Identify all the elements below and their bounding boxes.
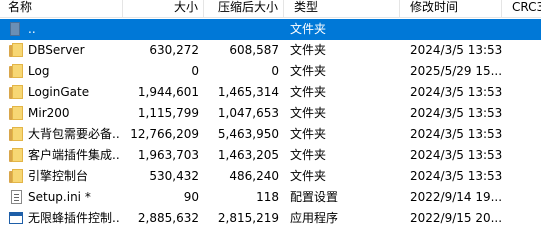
row-modified [410, 19, 502, 40]
column-header-size[interactable]: 大小 [123, 0, 204, 17]
list-row[interactable]: DBServer 630,272 608,587 文件夹 2024/3/5 13… [0, 40, 541, 61]
folder-icon [9, 148, 23, 162]
folder-icon [9, 127, 23, 141]
list-row[interactable]: 无限蜂插件控制... 2,885,632 2,815,219 应用程序 2022… [0, 208, 541, 229]
row-packed-size: 2,815,219 [217, 211, 279, 225]
row-type: 文件夹 [290, 148, 327, 162]
row-size: 12,766,209 [130, 127, 199, 141]
row-name: 客户端插件集成... [28, 148, 120, 162]
row-type: 文件夹 [290, 22, 327, 36]
row-size: 630,272 [149, 43, 199, 57]
row-type: 应用程序 [290, 211, 339, 225]
list-row-parent[interactable]: .. 文件夹 [0, 19, 541, 40]
row-packed-size [204, 19, 279, 40]
row-name: Log [28, 64, 50, 78]
row-size: 90 [183, 190, 199, 204]
row-size: 1,963,703 [137, 148, 199, 162]
row-size: 1,115,799 [137, 106, 199, 120]
row-packed-size: 5,463,950 [217, 127, 279, 141]
row-name: 无限蜂插件控制... [28, 211, 120, 225]
column-header-bar: 名称 大小 压缩后大小 类型 修改时间 CRC3 [0, 0, 541, 18]
row-type: 文件夹 [290, 106, 327, 120]
list-row[interactable]: Log 0 0 文件夹 2025/5/29 15... [0, 61, 541, 82]
row-type: 配置设置 [290, 190, 339, 204]
row-name: LoginGate [28, 85, 90, 99]
row-name: Setup.ini * [28, 190, 91, 204]
row-size: 0 [191, 64, 199, 78]
row-modified: 2025/5/29 15... [410, 64, 502, 78]
row-type: 文件夹 [290, 64, 327, 78]
row-size: 1,944,601 [137, 85, 199, 99]
row-size: 530,432 [149, 169, 199, 183]
application-icon [9, 211, 23, 225]
row-modified: 2024/3/5 13:53 [410, 106, 502, 120]
row-name: .. [28, 22, 36, 36]
row-name: Mir200 [28, 106, 70, 120]
row-packed-size: 1,047,653 [217, 106, 279, 120]
row-modified: 2024/3/5 13:53 [410, 85, 502, 99]
list-row[interactable]: Mir200 1,115,799 1,047,653 文件夹 2024/3/5 … [0, 103, 541, 124]
folder-icon [9, 169, 23, 183]
row-modified: 2022/9/14 19... [410, 190, 502, 204]
list-row[interactable]: 客户端插件集成... 1,963,703 1,463,205 文件夹 2024/… [0, 145, 541, 166]
column-header-name[interactable]: 名称 [0, 0, 123, 17]
column-header-crc[interactable]: CRC3 [502, 0, 541, 17]
row-packed-size: 1,465,314 [217, 85, 279, 99]
row-modified: 2024/3/5 13:53 [410, 127, 502, 141]
row-name: DBServer [28, 43, 85, 57]
list-row[interactable]: 引擎控制台 530,432 486,240 文件夹 2024/3/5 13:53 [0, 166, 541, 187]
row-modified: 2024/3/5 13:53 [410, 169, 502, 183]
row-packed-size: 118 [256, 190, 279, 204]
folder-icon [9, 43, 23, 57]
row-packed-size: 1,463,205 [217, 148, 279, 162]
row-packed-size: 0 [271, 64, 279, 78]
row-size [123, 19, 199, 40]
column-header-modified[interactable]: 修改时间 [400, 0, 502, 17]
folder-icon [9, 64, 23, 78]
row-type: 文件夹 [290, 85, 327, 99]
parent-folder-icon [9, 22, 23, 36]
folder-icon [9, 106, 23, 120]
row-name: 大背包需要必备... [28, 127, 120, 141]
row-modified: 2024/3/5 13:53 [410, 43, 502, 57]
row-size: 2,885,632 [137, 211, 199, 225]
row-modified: 2022/9/15 20... [410, 211, 502, 225]
config-file-icon [9, 190, 23, 204]
list-row[interactable]: LoginGate 1,944,601 1,465,314 文件夹 2024/3… [0, 82, 541, 103]
column-header-type[interactable]: 类型 [284, 0, 400, 17]
list-row[interactable]: Setup.ini * 90 118 配置设置 2022/9/14 19... [0, 187, 541, 208]
list-row[interactable]: 大背包需要必备... 12,766,209 5,463,950 文件夹 2024… [0, 124, 541, 145]
column-header-packed-size[interactable]: 压缩后大小 [204, 0, 284, 17]
folder-icon [9, 85, 23, 99]
row-name: 引擎控制台 [28, 169, 89, 183]
file-list-view[interactable]: 名称 大小 压缩后大小 类型 修改时间 CRC3 .. 文件夹 DBServer… [0, 0, 541, 247]
row-packed-size: 486,240 [229, 169, 279, 183]
row-type: 文件夹 [290, 43, 327, 57]
row-packed-size: 608,587 [229, 43, 279, 57]
row-type: 文件夹 [290, 127, 327, 141]
row-type: 文件夹 [290, 169, 327, 183]
row-modified: 2024/3/5 13:53 [410, 148, 502, 162]
